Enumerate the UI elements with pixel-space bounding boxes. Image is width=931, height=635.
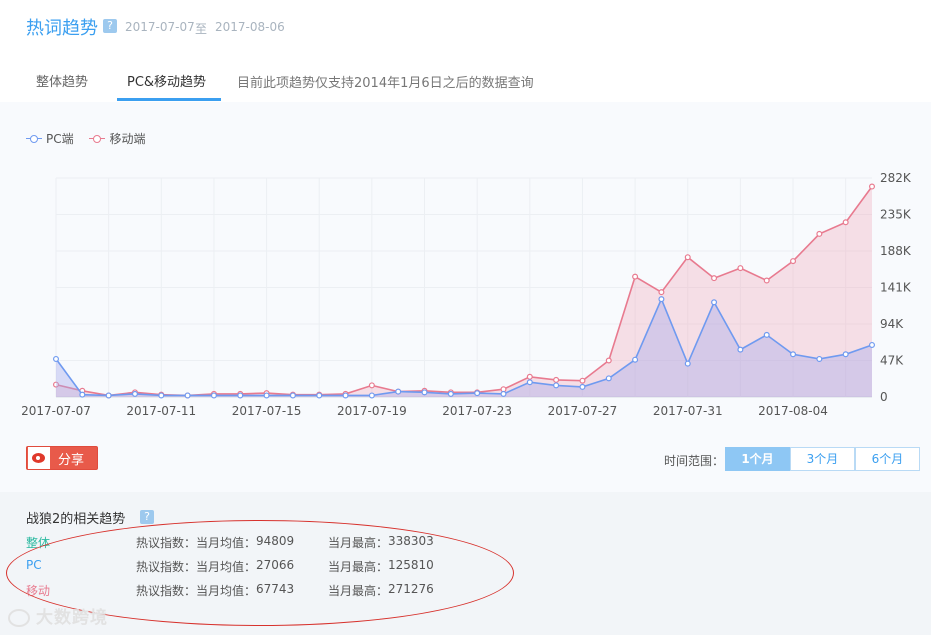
weibo-icon bbox=[28, 447, 50, 469]
tab-overall-trend[interactable]: 整体趋势 bbox=[36, 71, 88, 90]
data-point bbox=[632, 273, 639, 280]
data-point bbox=[658, 296, 665, 303]
page-header: 热词趋势 ? 2017-07-07 至 2017-08-06 bbox=[0, 0, 931, 56]
data-point bbox=[158, 392, 165, 399]
x-tick-label: 2017-07-11 bbox=[126, 404, 196, 418]
data-point bbox=[737, 265, 744, 272]
data-point bbox=[79, 391, 86, 398]
data-point bbox=[711, 299, 718, 306]
y-tick-label: 141K bbox=[880, 281, 912, 295]
data-point bbox=[579, 383, 586, 390]
data-point bbox=[632, 356, 639, 363]
data-point bbox=[368, 382, 375, 389]
x-tick-label: 2017-07-27 bbox=[548, 404, 618, 418]
data-point bbox=[816, 355, 823, 362]
data-point bbox=[474, 390, 481, 397]
date-separator: 至 bbox=[195, 22, 208, 36]
data-point bbox=[526, 379, 533, 386]
share-label: 分享 bbox=[58, 452, 85, 468]
y-tick-label: 47K bbox=[880, 354, 904, 368]
x-tick-label: 2017-07-07 bbox=[21, 404, 91, 418]
watermark-logo-icon bbox=[8, 609, 30, 627]
data-point bbox=[447, 390, 454, 397]
data-point bbox=[526, 373, 533, 380]
range-3-month-button[interactable]: 3个月 bbox=[790, 447, 855, 471]
data-point bbox=[289, 392, 296, 399]
x-tick-label: 2017-08-04 bbox=[758, 404, 828, 418]
data-point bbox=[342, 392, 349, 399]
tab-pc-mobile-trend[interactable]: PC&移动趋势 bbox=[127, 71, 206, 90]
tab-note: 目前此项趋势仅支持2014年1月6日之后的数据查询 bbox=[237, 76, 534, 91]
y-tick-label: 0 bbox=[880, 390, 888, 404]
range-6-month-button[interactable]: 6个月 bbox=[855, 447, 920, 471]
data-point bbox=[763, 277, 770, 284]
related-trends-title: 战狼2的相关趋势 bbox=[26, 512, 126, 527]
data-point bbox=[553, 376, 560, 383]
data-point bbox=[868, 341, 875, 348]
x-tick-label: 2017-07-31 bbox=[653, 404, 723, 418]
data-point bbox=[605, 357, 612, 364]
data-point bbox=[684, 254, 691, 261]
data-point bbox=[368, 392, 375, 399]
data-point bbox=[237, 392, 244, 399]
data-point bbox=[105, 392, 112, 399]
time-range-label: 时间范围： bbox=[664, 454, 725, 468]
data-point bbox=[737, 346, 744, 353]
data-point bbox=[790, 351, 797, 358]
data-point bbox=[868, 183, 875, 190]
data-point bbox=[210, 392, 217, 399]
page-title: 热词趋势 bbox=[26, 18, 98, 39]
range-1-month-button[interactable]: 1个月 bbox=[725, 447, 790, 471]
data-point bbox=[816, 230, 823, 237]
data-point bbox=[395, 388, 402, 395]
watermark: 大数跨境 bbox=[8, 603, 108, 628]
y-tick-label: 188K bbox=[880, 244, 912, 258]
help-icon[interactable]: ? bbox=[140, 510, 154, 524]
data-point bbox=[842, 351, 849, 358]
data-point bbox=[842, 219, 849, 226]
y-tick-label: 94K bbox=[880, 317, 904, 331]
data-point bbox=[184, 392, 191, 399]
data-point bbox=[579, 377, 586, 384]
date-end: 2017-08-06 bbox=[215, 20, 285, 34]
data-point bbox=[500, 390, 507, 397]
data-point bbox=[421, 389, 428, 396]
y-tick-label: 235K bbox=[880, 208, 912, 222]
data-point bbox=[763, 331, 770, 338]
x-tick-label: 2017-07-15 bbox=[232, 404, 302, 418]
data-point bbox=[52, 355, 59, 362]
trend-chart: 0 47K 94K 141K 188K 235K 282K 2017-07-07 2017-07… bbox=[21, 171, 912, 418]
data-point bbox=[684, 360, 691, 367]
data-point bbox=[790, 258, 797, 265]
data-point bbox=[316, 392, 323, 399]
x-tick-label: 2017-07-23 bbox=[442, 404, 512, 418]
x-tick-label: 2017-07-19 bbox=[337, 404, 407, 418]
data-point bbox=[553, 382, 560, 389]
share-weibo-button[interactable]: 分享 bbox=[26, 446, 98, 470]
trend-tabs: 整体趋势 PC&移动趋势 目前此项趋势仅支持2014年1月6日之后的数据查询 bbox=[0, 56, 931, 102]
data-point bbox=[131, 390, 138, 397]
active-tab-indicator bbox=[117, 98, 221, 101]
help-icon[interactable]: ? bbox=[103, 19, 117, 33]
y-tick-label: 282K bbox=[880, 171, 912, 185]
data-point bbox=[658, 289, 665, 296]
data-point bbox=[263, 392, 270, 399]
watermark-text: 大数跨境 bbox=[36, 608, 108, 628]
data-point bbox=[605, 375, 612, 382]
date-start: 2017-07-07 bbox=[125, 20, 195, 34]
data-point bbox=[711, 275, 718, 282]
